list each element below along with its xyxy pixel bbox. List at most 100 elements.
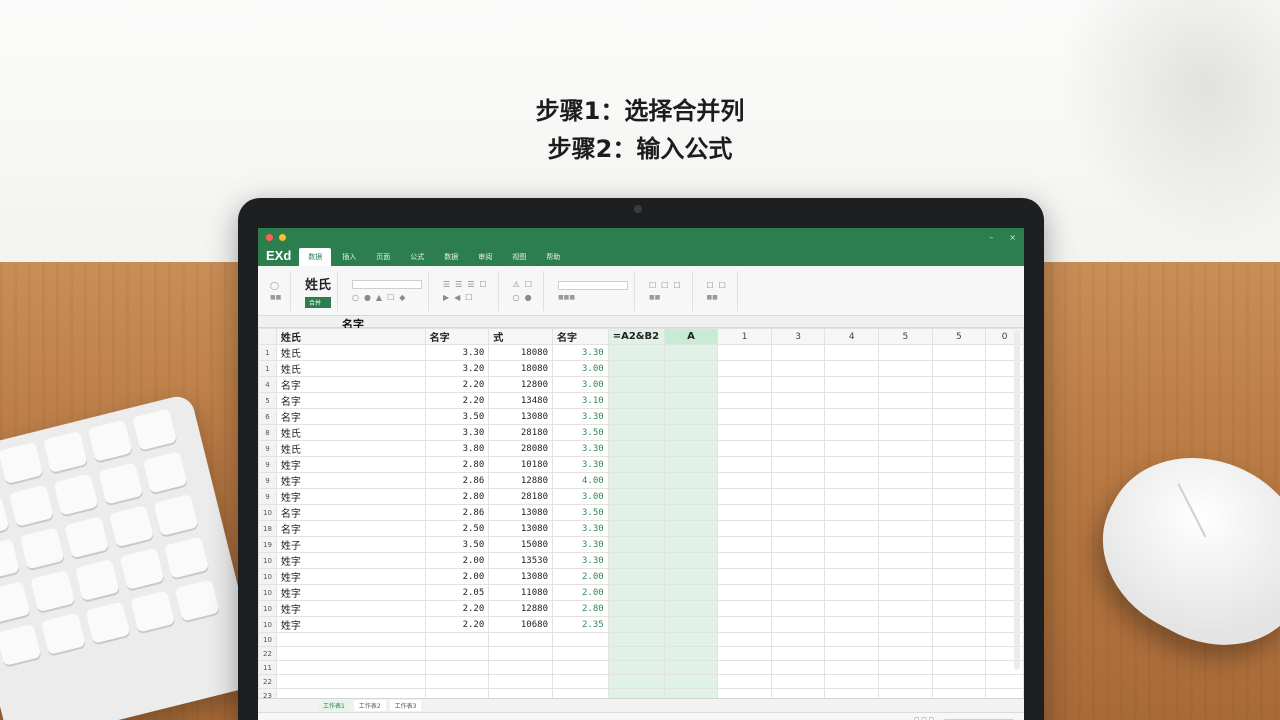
empty-cell[interactable]: [275, 660, 426, 675]
value-cell[interactable]: 3.50: [551, 424, 609, 441]
empty-cell[interactable]: [931, 360, 987, 377]
value-cell[interactable]: 3.30: [551, 520, 609, 537]
row-number[interactable]: 5: [258, 392, 277, 409]
value-cell[interactable]: 13480: [488, 392, 553, 409]
result-cell[interactable]: [607, 472, 665, 489]
result-cell[interactable]: [607, 632, 665, 647]
result-cell[interactable]: [663, 584, 719, 601]
empty-cell[interactable]: [770, 600, 826, 617]
empty-cell[interactable]: [824, 536, 880, 553]
value-cell[interactable]: 2.80: [424, 488, 490, 505]
tab-view[interactable]: 视图: [503, 248, 535, 266]
empty-cell[interactable]: [824, 392, 880, 409]
result-cell[interactable]: [607, 552, 665, 569]
value-cell[interactable]: 3.00: [551, 488, 609, 505]
value-cell[interactable]: 12880: [488, 472, 553, 489]
value-cell[interactable]: 12880: [488, 600, 553, 617]
value-cell[interactable]: 3.30: [551, 344, 609, 361]
name-cell[interactable]: 名字: [275, 392, 426, 409]
empty-cell[interactable]: [551, 674, 609, 689]
empty-cell[interactable]: [931, 674, 987, 689]
row-number[interactable]: 10: [258, 584, 277, 601]
result-cell[interactable]: [607, 376, 665, 393]
row-number[interactable]: 22: [258, 646, 277, 661]
empty-cell[interactable]: [717, 536, 772, 553]
empty-cell[interactable]: [488, 632, 553, 647]
tab-review[interactable]: 审阅: [469, 248, 501, 266]
value-cell[interactable]: 2.86: [424, 504, 490, 521]
empty-cell[interactable]: [824, 440, 880, 457]
empty-cell[interactable]: [717, 488, 772, 505]
empty-cell[interactable]: [770, 568, 826, 585]
value-cell[interactable]: 3.50: [424, 536, 490, 553]
empty-cell[interactable]: [824, 646, 880, 661]
empty-cell[interactable]: [931, 660, 987, 675]
empty-cell[interactable]: [770, 456, 826, 473]
empty-cell[interactable]: [985, 674, 1024, 689]
result-cell[interactable]: [607, 568, 665, 585]
name-cell[interactable]: 姓字: [275, 616, 426, 633]
result-cell[interactable]: [663, 472, 719, 489]
row-number[interactable]: 11: [258, 660, 277, 675]
sheet-tab-2[interactable]: 工作表2: [353, 700, 386, 711]
empty-cell[interactable]: [275, 646, 426, 661]
empty-cell[interactable]: [878, 646, 933, 661]
empty-cell[interactable]: [824, 520, 880, 537]
empty-cell[interactable]: [824, 472, 880, 489]
result-cell[interactable]: [607, 674, 665, 689]
name-cell[interactable]: 姓字: [275, 568, 426, 585]
empty-cell[interactable]: [717, 660, 772, 675]
empty-cell[interactable]: [488, 660, 553, 675]
empty-cell[interactable]: [770, 408, 826, 425]
empty-cell[interactable]: [931, 376, 987, 393]
empty-cell[interactable]: [931, 536, 987, 553]
empty-cell[interactable]: [770, 360, 826, 377]
value-cell[interactable]: 3.80: [424, 440, 490, 457]
empty-cell[interactable]: [931, 552, 987, 569]
empty-cell[interactable]: [770, 646, 826, 661]
minimize-dot-icon[interactable]: [279, 233, 286, 241]
name-cell[interactable]: 名字: [275, 520, 426, 537]
row-number[interactable]: 19: [258, 536, 277, 553]
empty-cell[interactable]: [770, 392, 826, 409]
empty-cell[interactable]: [770, 488, 826, 505]
empty-cell[interactable]: [931, 440, 987, 457]
vertical-scrollbar[interactable]: [1014, 330, 1020, 670]
header-cell[interactable]: 式: [488, 328, 553, 345]
empty-cell[interactable]: [551, 632, 609, 647]
empty-cell[interactable]: [424, 660, 490, 675]
row-number[interactable]: 4: [258, 376, 277, 393]
empty-cell[interactable]: [878, 520, 933, 537]
value-cell[interactable]: 28180: [488, 424, 553, 441]
number-format-icons[interactable]: ○●: [513, 293, 537, 302]
value-cell[interactable]: 2.20: [424, 616, 490, 633]
result-cell[interactable]: [663, 536, 719, 553]
empty-cell[interactable]: [488, 674, 553, 689]
result-cell[interactable]: [663, 360, 719, 377]
empty-cell[interactable]: [878, 600, 933, 617]
empty-cell[interactable]: [717, 568, 772, 585]
column-header[interactable]: 5: [931, 328, 987, 345]
value-cell[interactable]: 4.00: [551, 472, 609, 489]
row-number[interactable]: 6: [258, 408, 277, 425]
tab-help[interactable]: 帮助: [537, 248, 569, 266]
row-number[interactable]: 9: [258, 472, 277, 489]
row-number[interactable]: 1: [258, 360, 277, 377]
empty-cell[interactable]: [770, 584, 826, 601]
empty-cell[interactable]: [770, 674, 826, 689]
empty-cell[interactable]: [931, 520, 987, 537]
value-cell[interactable]: 13080: [488, 520, 553, 537]
row-number[interactable]: 10: [258, 616, 277, 633]
merge-button[interactable]: 合并: [304, 296, 331, 308]
empty-cell[interactable]: [424, 674, 490, 689]
empty-cell[interactable]: [770, 424, 826, 441]
value-cell[interactable]: 28080: [488, 440, 553, 457]
name-cell[interactable]: 姓氏: [275, 440, 426, 457]
empty-cell[interactable]: [931, 600, 987, 617]
empty-cell[interactable]: [717, 456, 772, 473]
empty-cell[interactable]: [931, 472, 987, 489]
empty-cell[interactable]: [824, 616, 880, 633]
value-cell[interactable]: 28180: [488, 488, 553, 505]
font-field[interactable]: [351, 279, 422, 289]
empty-cell[interactable]: [275, 632, 426, 647]
